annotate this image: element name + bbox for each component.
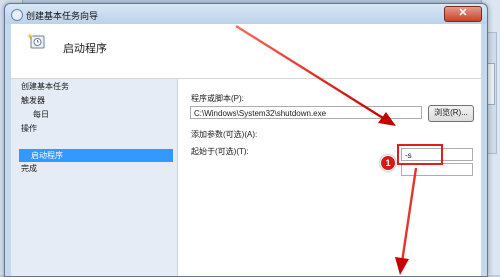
page-heading: 启动程序 — [63, 43, 107, 55]
close-icon: ✕ — [458, 7, 468, 19]
step-daily[interactable]: 每日 — [33, 109, 49, 120]
title-bar: 创建基本任务向导 ✕ — [5, 4, 487, 24]
window-title: 创建基本任务向导 — [26, 11, 99, 21]
start-in-label: 起始于(可选)(T): — [191, 147, 249, 156]
step-create-basic-task[interactable]: 创建基本任务 — [21, 81, 69, 92]
program-input[interactable]: C:\Windows\System32\shutdown.exe — [190, 106, 422, 119]
close-button[interactable]: ✕ — [444, 6, 482, 22]
app-icon — [11, 9, 23, 21]
create-basic-task-dialog: 创建基本任务向导 ✕ 启动程序 创建基本任务 触发器 每日 操作 启动程序 完成… — [4, 3, 488, 277]
program-label: 程序或脚本(P): — [191, 94, 244, 103]
annotation-callout-badge: 1 — [380, 155, 396, 171]
step-trigger[interactable]: 触发器 — [21, 95, 45, 106]
step-action[interactable]: 操作 — [21, 123, 37, 134]
dialog-content: 启动程序 创建基本任务 触发器 每日 操作 启动程序 完成 程序或脚本(P): … — [11, 24, 481, 276]
wizard-steps-pane: 创建基本任务 触发器 每日 操作 启动程序 完成 — [11, 79, 178, 276]
start-program-form: 程序或脚本(P): C:\Windows\System32\shutdown.e… — [185, 79, 481, 276]
wizard-task-icon — [27, 33, 45, 49]
browse-button[interactable]: 浏览(R)... — [428, 105, 474, 122]
annotation-highlight-box — [397, 144, 443, 165]
step-start-program[interactable]: 启动程序 — [19, 149, 173, 162]
wizard-header: 启动程序 — [11, 24, 481, 79]
args-label: 添加参数(可选)(A): — [191, 130, 258, 139]
step-finish[interactable]: 完成 — [21, 163, 37, 174]
step-start-program-label: 启动程序 — [31, 151, 63, 160]
